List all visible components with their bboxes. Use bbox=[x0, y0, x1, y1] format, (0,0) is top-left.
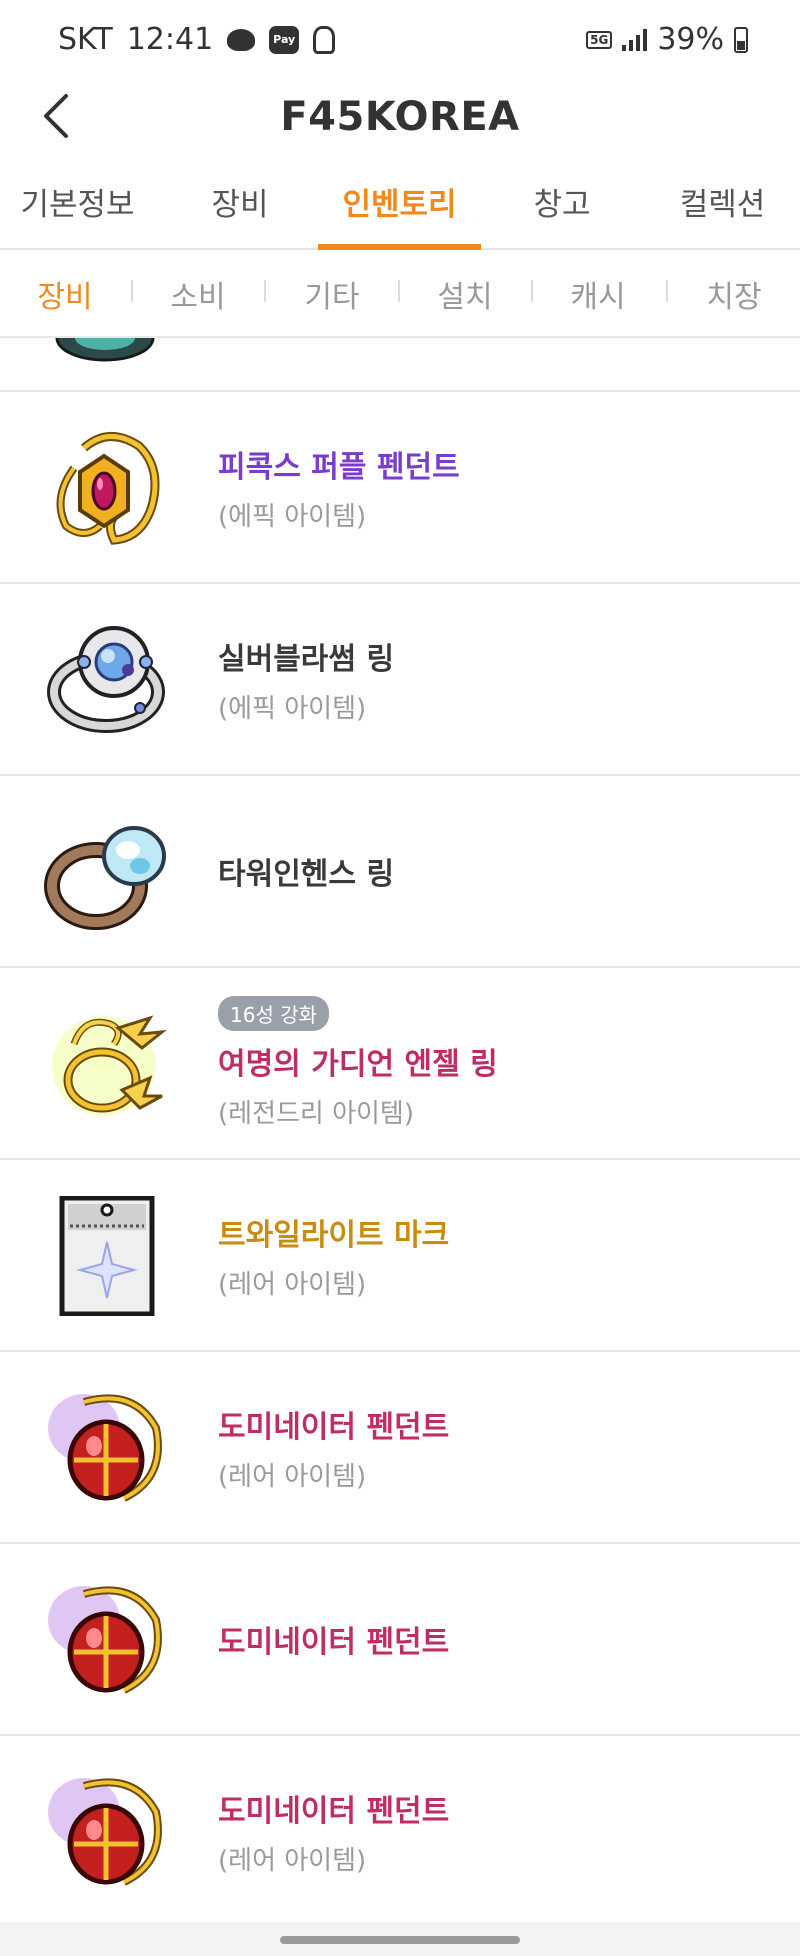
subtab-setup[interactable]: 설치 bbox=[420, 272, 510, 316]
item-name: 도미네이터 펜던트 bbox=[218, 1625, 450, 1660]
carrier-label: SKT bbox=[58, 22, 113, 57]
item-grade: (레어 아이템) bbox=[218, 1461, 367, 1492]
list-item[interactable]: 도미네이터 펜던트 bbox=[0, 1544, 800, 1736]
dominator-pendant-icon bbox=[48, 1586, 162, 1694]
bean-icon bbox=[227, 28, 256, 51]
tab-collection[interactable]: 컬렉션 bbox=[650, 180, 795, 248]
item-grade: (레어 아이템) bbox=[218, 1845, 367, 1876]
item-name: 트와일라이트 마크 bbox=[218, 1217, 450, 1253]
list-item[interactable]: 실버블라썸 링 (에픽 아이템) bbox=[0, 584, 800, 776]
battery-icon bbox=[734, 26, 748, 53]
signal-icon bbox=[622, 28, 648, 51]
tab-label: 기본정보 bbox=[20, 187, 135, 223]
status-right: 5G 39% bbox=[586, 22, 748, 57]
list-item[interactable]: 트와일라이트 마크 (레어 아이템) bbox=[0, 1160, 800, 1352]
tab-label: 장비 bbox=[211, 187, 269, 223]
item-grade: (레어 아이템) bbox=[218, 1269, 367, 1300]
item-texts: 피콕스 퍼플 펜던트 (에픽 아이템) bbox=[218, 392, 460, 582]
item-grade: (에픽 아이템) bbox=[218, 501, 367, 532]
app-header: F45KOREA bbox=[0, 80, 800, 180]
tower-enhance-ring-icon bbox=[44, 826, 166, 930]
divider bbox=[666, 280, 668, 302]
divider bbox=[264, 280, 266, 302]
tab-equipment[interactable]: 장비 bbox=[175, 180, 305, 248]
silver-blossom-ring-icon bbox=[47, 626, 165, 733]
figure-icon bbox=[313, 25, 336, 54]
home-indicator[interactable] bbox=[280, 1936, 520, 1944]
subtab-etc[interactable]: 기타 bbox=[287, 272, 377, 316]
status-bar: SKT 12:41 Pay 5G 39% bbox=[0, 0, 800, 80]
divider bbox=[531, 280, 533, 302]
subtab-cosmetic[interactable]: 치장 bbox=[689, 272, 779, 316]
tab-label: 컬렉션 bbox=[679, 187, 766, 223]
tab-label: 창고 bbox=[533, 187, 591, 223]
divider bbox=[131, 280, 133, 302]
item-name: 실버블라썸 링 bbox=[218, 641, 395, 677]
list-item-partial[interactable] bbox=[0, 338, 800, 392]
item-name: 피콕스 퍼플 펜던트 bbox=[218, 449, 460, 485]
item-texts: 도미네이터 펜던트 bbox=[218, 1544, 449, 1734]
clock: 12:41 bbox=[126, 22, 214, 57]
pay-icon: Pay bbox=[269, 25, 300, 54]
tab-inventory[interactable]: 인벤토리 bbox=[318, 180, 481, 250]
page-title: F45KOREA bbox=[280, 94, 520, 140]
divider bbox=[398, 280, 400, 302]
item-texts: 실버블라썸 링 (에픽 아이템) bbox=[218, 584, 394, 774]
list-item[interactable]: 도미네이터 펜던트 (레어 아이템) bbox=[0, 1352, 800, 1544]
item-texts: 도미네이터 펜던트 (레어 아이템) bbox=[218, 1352, 449, 1542]
sub-tab-bar: 장비 소비 기타 설치 캐시 치장 bbox=[0, 250, 800, 338]
item-texts: 트와일라이트 마크 (레어 아이템) bbox=[218, 1160, 449, 1350]
purple-pendant-icon bbox=[56, 432, 160, 545]
item-texts: 타워인헨스 링 bbox=[218, 776, 394, 966]
list-item[interactable]: 도미네이터 펜던트 (레어 아이템) bbox=[0, 1736, 800, 1928]
twilight-mark-icon bbox=[59, 1196, 155, 1316]
subtab-cash[interactable]: 캐시 bbox=[553, 272, 643, 316]
main-tab-bar: 기본정보 장비 인벤토리 창고 컬렉션 bbox=[0, 180, 800, 250]
partial-item-icon bbox=[55, 338, 155, 362]
item-grade: (레전드리 아이템) bbox=[218, 1099, 414, 1129]
tab-basic-info[interactable]: 기본정보 bbox=[0, 180, 155, 248]
battery-percent: 39% bbox=[657, 22, 724, 57]
subtab-consumable[interactable]: 소비 bbox=[153, 272, 243, 316]
item-name: 여명의 가디언 엔젤 링 bbox=[218, 1047, 498, 1082]
enhance-badge: 16성 강화 bbox=[218, 996, 330, 1031]
item-name: 도미네이터 펜던트 bbox=[218, 1793, 450, 1829]
dominator-pendant-icon bbox=[48, 1394, 162, 1502]
item-texts: 16성 강화 여명의 가디언 엔젤 링 (레전드리 아이템) bbox=[218, 968, 498, 1158]
tab-storage[interactable]: 창고 bbox=[497, 180, 627, 248]
tab-label: 인벤토리 bbox=[342, 187, 457, 223]
item-name: 도미네이터 펜던트 bbox=[218, 1409, 450, 1445]
item-grade: (에픽 아이템) bbox=[218, 693, 367, 724]
subtab-equipment[interactable]: 장비 bbox=[20, 272, 110, 316]
dominator-pendant-icon bbox=[48, 1778, 162, 1886]
network-icon: 5G bbox=[586, 30, 613, 49]
item-texts: 도미네이터 펜던트 (레어 아이템) bbox=[218, 1736, 449, 1926]
list-item[interactable]: 16성 강화 여명의 가디언 엔젤 링 (레전드리 아이템) bbox=[0, 968, 800, 1160]
guardian-angel-ring-icon bbox=[52, 1015, 167, 1116]
status-left: SKT 12:41 Pay bbox=[58, 22, 336, 57]
item-name: 타워인헨스 링 bbox=[218, 857, 395, 892]
list-item[interactable]: 타워인헨스 링 bbox=[0, 776, 800, 968]
list-item[interactable]: 피콕스 퍼플 펜던트 (에픽 아이템) bbox=[0, 392, 800, 584]
